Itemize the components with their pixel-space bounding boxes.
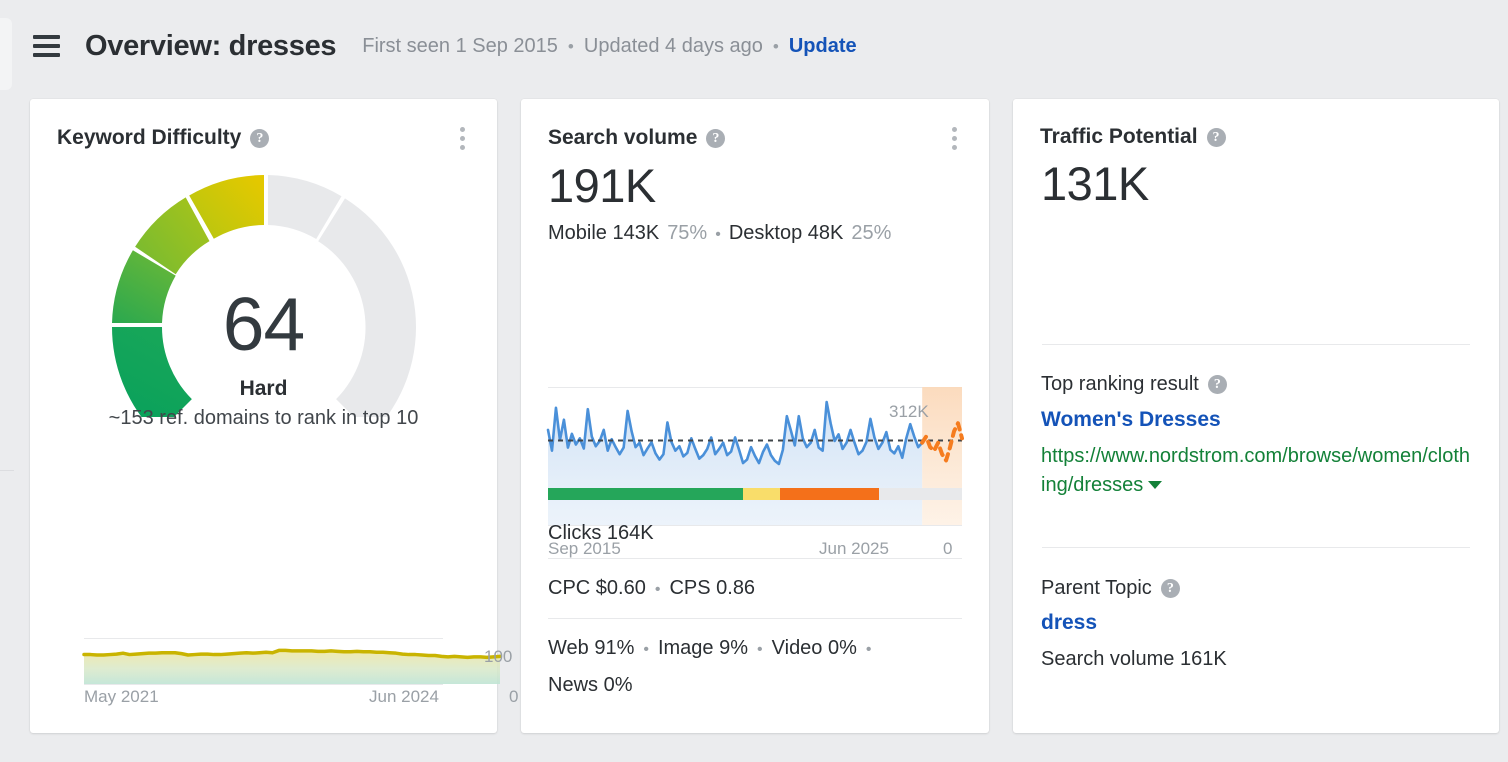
chevron-down-icon[interactable]: [1148, 481, 1162, 489]
serp-image: Image 9%: [658, 637, 748, 660]
search-volume-card: Search volume ? 191K Mobile 143K 75% • D…: [521, 99, 989, 733]
clicks-segment-organic: [548, 488, 743, 500]
mobile-volume-pct: 75%: [667, 222, 707, 245]
serp-video: Video 0%: [772, 637, 857, 660]
keyword-difficulty-gauge: 64 Hard ~153 ref. domains to rank in top…: [30, 167, 497, 457]
kd-area: [84, 650, 500, 684]
clicks-distribution-bar: [548, 488, 962, 500]
traffic-potential-value: 131K: [1041, 159, 1472, 208]
kebab-menu-icon[interactable]: [451, 125, 473, 151]
keyword-difficulty-header: Keyword Difficulty ?: [30, 99, 497, 151]
parent-topic-link[interactable]: dress: [1041, 611, 1471, 635]
mobile-volume-label: Mobile 143K: [548, 222, 659, 245]
search-volume-title: Search volume: [548, 126, 697, 150]
help-icon[interactable]: ?: [706, 129, 725, 148]
keyword-difficulty-history-chart: 100 0 May 2021 Jun 2024: [57, 539, 470, 699]
cpc-cps-separator: •: [655, 581, 661, 599]
keyword-difficulty-value: 64: [30, 281, 497, 367]
traffic-potential-body: 131K: [1013, 149, 1499, 208]
help-icon[interactable]: ?: [1161, 579, 1180, 598]
search-volume-device-split: Mobile 143K 75% • Desktop 48K 25%: [548, 222, 962, 245]
keyword-difficulty-title: Keyword Difficulty: [57, 126, 241, 150]
tp-divider-1: [1042, 344, 1470, 345]
clicks-segment-noclicks: [780, 488, 879, 500]
parent-topic-label-row: Parent Topic ?: [1041, 577, 1471, 600]
help-icon[interactable]: ?: [1208, 375, 1227, 394]
meta-separator-2: •: [773, 37, 779, 57]
page-header: Overview: dresses First seen 1 Sep 2015 …: [0, 0, 1508, 92]
serp-news: News 0%: [548, 674, 632, 697]
sv-y-max-label: 312K: [889, 402, 929, 422]
top-ranking-result-url[interactable]: https://www.nordstrom.com/browse/women/c…: [1041, 445, 1470, 496]
kd-chart-baseline: [84, 684, 443, 685]
cpc-value: CPC $0.60: [548, 577, 646, 600]
updated-text: Updated 4 days ago: [584, 35, 763, 58]
traffic-potential-header: Traffic Potential ?: [1013, 99, 1499, 149]
kd-x-start-label: May 2021: [84, 687, 159, 707]
serp-separator-2: •: [757, 641, 763, 659]
serp-separator-3: •: [866, 641, 872, 659]
parent-topic-section: Parent Topic ? dress Search volume 161K: [1041, 577, 1471, 671]
top-ranking-result-link[interactable]: Women's Dresses: [1041, 407, 1471, 433]
kd-chart-svg: [57, 539, 524, 699]
hamburger-icon[interactable]: [33, 35, 60, 57]
top-ranking-result-label-row: Top ranking result ?: [1041, 373, 1471, 396]
kebab-menu-icon[interactable]: [943, 125, 965, 151]
update-link[interactable]: Update: [789, 35, 857, 58]
keyword-difficulty-note: ~153 ref. domains to rank in top 10: [30, 407, 497, 430]
kd-y-max-label: 100: [484, 647, 512, 667]
page-title: Overview: dresses: [85, 30, 336, 63]
search-volume-body: 191K Mobile 143K 75% • Desktop 48K 25%: [521, 151, 989, 245]
top-ranking-result-url-row[interactable]: https://www.nordstrom.com/browse/women/c…: [1041, 442, 1471, 500]
serp-web: Web 91%: [548, 637, 634, 660]
help-icon[interactable]: ?: [250, 129, 269, 148]
traffic-potential-title: Traffic Potential: [1040, 125, 1198, 149]
top-ranking-result-label: Top ranking result: [1041, 373, 1199, 396]
serp-separator-1: •: [643, 641, 649, 659]
cpc-cps-row: CPC $0.60 • CPS 0.86: [548, 577, 962, 600]
parent-topic-search-volume: Search volume 161K: [1041, 648, 1471, 671]
clicks-segment-remainder: [879, 488, 962, 500]
clicks-total-label: Clicks 164K: [548, 522, 962, 545]
meta-separator-1: •: [568, 37, 574, 57]
cps-value: CPS 0.86: [669, 577, 755, 600]
clicks-section: Clicks 164K: [548, 485, 962, 545]
kd-y-min-label: 0: [509, 687, 518, 707]
help-icon[interactable]: ?: [1207, 128, 1226, 147]
search-volume-header: Search volume ?: [521, 99, 989, 151]
sv-divider-1: [548, 558, 962, 559]
kd-x-end-label: Jun 2024: [369, 687, 439, 707]
tp-divider-2: [1042, 547, 1470, 548]
search-volume-value: 191K: [548, 161, 962, 210]
clicks-segment-paid: [743, 488, 780, 500]
parent-topic-label: Parent Topic: [1041, 577, 1152, 600]
keyword-difficulty-card: Keyword Difficulty ?: [30, 99, 497, 733]
sv-divider-2: [548, 618, 962, 619]
keyword-difficulty-label: Hard: [30, 377, 497, 401]
split-separator: •: [715, 226, 721, 244]
first-seen-text: First seen 1 Sep 2015: [362, 35, 558, 58]
desktop-volume-pct: 25%: [851, 222, 891, 245]
traffic-potential-card: Traffic Potential ? 131K Top ranking res…: [1013, 99, 1499, 733]
sidebar-divider: [0, 470, 14, 471]
page-meta: First seen 1 Sep 2015 • Updated 4 days a…: [362, 35, 856, 58]
serp-features-row: Web 91% • Image 9% • Video 0% • News 0%: [548, 637, 951, 697]
top-ranking-section: Top ranking result ? Women's Dresses htt…: [1041, 373, 1471, 500]
desktop-volume-label: Desktop 48K: [729, 222, 844, 245]
